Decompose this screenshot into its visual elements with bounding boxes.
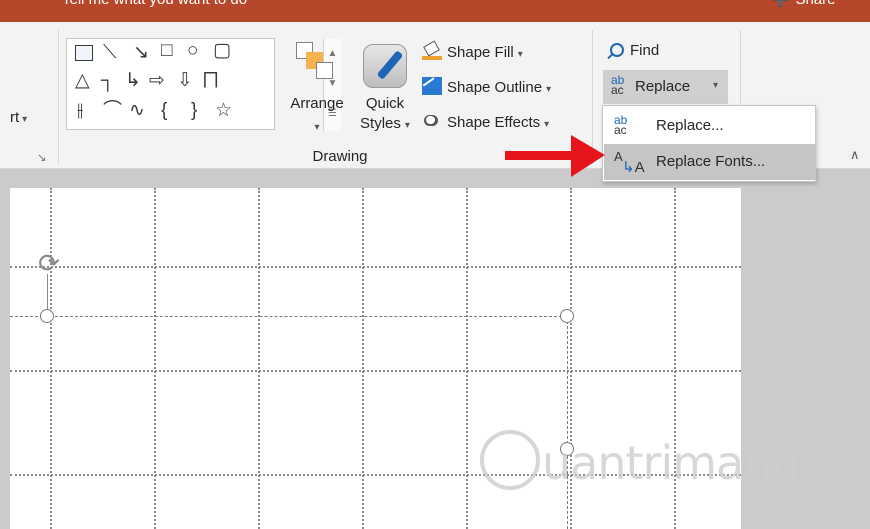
shape-fill-button[interactable]: Shape Fill ▾ — [422, 42, 523, 61]
shape-effects-dropdown-icon[interactable]: ▾ — [544, 119, 549, 130]
rectangle-shape-icon[interactable]: □ — [161, 41, 172, 60]
replace-dropdown-icon[interactable]: ▾ — [713, 80, 718, 91]
watermark: uantrimang — [480, 430, 810, 500]
menu-item-replace[interactable]: ab ac Replace... — [604, 108, 815, 144]
shape-effects-label: Shape Effects — [447, 114, 541, 131]
replace-label: Replace — [635, 78, 691, 95]
quick-styles-dropdown-icon: ▾ — [404, 120, 410, 131]
freeform-shape-icon[interactable]: ⨅ — [203, 71, 218, 90]
quick-styles-label-line2: Styles — [360, 115, 401, 132]
paint-bucket-icon — [422, 42, 442, 60]
share-button[interactable]: ➕ Share — [772, 0, 835, 8]
share-label: Share — [795, 0, 835, 8]
shape-outline-button[interactable]: Shape Outline ▾ — [422, 77, 551, 96]
curve-shape-icon[interactable]: ⫲ — [77, 101, 83, 120]
left-brace-shape-icon[interactable]: { — [161, 101, 167, 120]
find-label: Find — [630, 42, 660, 59]
replace-split-button[interactable]: ab ac Replace ▾ — [603, 70, 728, 104]
find-button[interactable]: Find — [610, 42, 659, 59]
pen-outline-icon — [422, 77, 442, 95]
selection-border-top — [10, 316, 567, 317]
right-brace-shape-icon[interactable]: } — [191, 101, 197, 120]
resize-handle-top-right[interactable] — [560, 309, 574, 323]
shape-effects-icon — [422, 112, 442, 130]
shape-effects-button[interactable]: Shape Effects ▾ — [422, 112, 549, 131]
triangle-shape-icon[interactable]: △ — [75, 71, 90, 90]
elbow-arrow-connector-shape-icon[interactable]: ↳ — [125, 71, 141, 90]
replace-icon: ab ac — [614, 113, 628, 137]
quick-styles-icon[interactable] — [363, 44, 407, 88]
quick-styles-label-line1: Quick — [365, 95, 405, 112]
arrange-dropdown-icon: ▾ — [314, 122, 320, 133]
replace-fonts-icon: A ↳A — [614, 149, 645, 176]
shape-outline-label: Shape Outline — [447, 79, 543, 96]
collapse-ribbon-icon[interactable]: ∧ — [850, 147, 860, 163]
down-arrow-shape-icon[interactable]: ⇩ — [177, 71, 193, 90]
rounded-rectangle-shape-icon[interactable]: ▢ — [213, 41, 231, 60]
arc-shape-icon[interactable]: ⌒ — [103, 101, 122, 120]
oval-shape-icon[interactable]: ○ — [187, 41, 198, 60]
menu-item-label: Replace... — [656, 117, 724, 134]
line-shape-icon[interactable]: ⟍ — [103, 43, 116, 62]
lightbulb-logo-icon — [480, 430, 540, 490]
watermark-text: uantrimang — [542, 436, 801, 490]
right-arrow-shape-icon[interactable]: ⇨ — [149, 71, 165, 90]
replace-dropdown-menu: ab ac Replace... A ↳A Replace Fonts... — [602, 105, 816, 182]
shape-fill-label: Shape Fill — [447, 44, 514, 61]
shape-fill-dropdown-icon[interactable]: ▾ — [518, 49, 523, 60]
magnifier-icon — [610, 43, 624, 57]
rotate-handle-icon[interactable]: ⟳ — [36, 250, 62, 276]
arrange-icon[interactable] — [296, 42, 336, 82]
dialog-launcher-icon[interactable]: ↘ — [37, 151, 46, 164]
resize-handle-top-left[interactable] — [40, 309, 54, 323]
quick-styles-button[interactable]: Quick Styles ▾ — [352, 94, 418, 136]
shapes-gallery[interactable]: ⟍ ↘ □ ○ ▢ △ ┐ ↳ ⇨ ⇩ ⨅ ⫲ ⌒ ∿ { } ☆ ▲ ▼ ☰ — [66, 38, 341, 131]
shape-outline-dropdown-icon[interactable]: ▾ — [546, 84, 551, 95]
replace-icon: ab ac — [611, 73, 625, 97]
partial-ribbon-button[interactable]: rt — [10, 109, 27, 126]
ribbon-group-separator — [58, 30, 59, 164]
drawing-group-label: Drawing — [312, 148, 368, 165]
arrow-line-shape-icon[interactable]: ↘ — [133, 43, 149, 62]
arrange-button[interactable]: Arrange ▾ — [284, 94, 350, 138]
title-bar: Tell me what you want to do ➕ Share — [0, 0, 870, 22]
elbow-connector-shape-icon[interactable]: ┐ — [101, 71, 114, 90]
wave-shape-icon[interactable]: ∿ — [129, 101, 145, 120]
red-pointer-arrow-icon — [505, 135, 605, 177]
menu-item-replace-fonts[interactable]: A ↳A Replace Fonts... — [604, 144, 815, 180]
tell-me-search[interactable]: Tell me what you want to do — [62, 0, 247, 8]
share-person-icon: ➕ — [772, 0, 789, 8]
arrange-label: Arrange — [290, 95, 344, 112]
menu-item-label: Replace Fonts... — [656, 153, 766, 170]
star-shape-icon[interactable]: ☆ — [215, 101, 232, 120]
text-box-shape-icon[interactable] — [75, 45, 93, 61]
